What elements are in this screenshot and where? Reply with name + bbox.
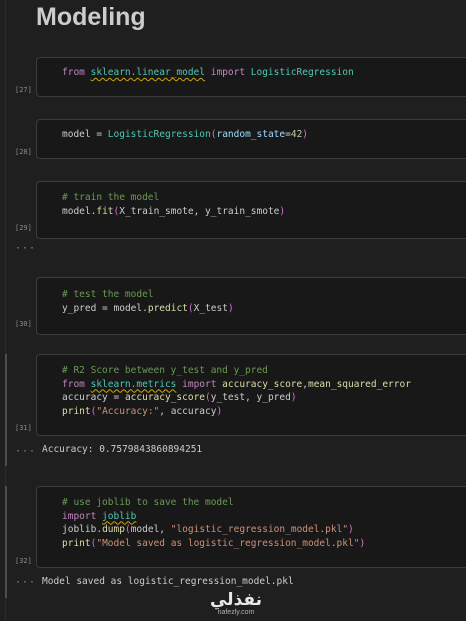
code-token: # R2 Score between y_test and y_pred <box>62 365 268 376</box>
code-token: ) <box>348 524 354 535</box>
code-token: "Model saved as logistic_regression_mode… <box>96 537 360 549</box>
code-token: ) <box>279 205 286 217</box>
code-token: # test the model <box>62 289 154 300</box>
code-token: ) <box>227 302 234 314</box>
code-token: sklearn.metrics <box>90 378 177 390</box>
code-cell[interactable]: from sklearn.linear_model import Logisti… <box>36 57 466 97</box>
code-line: # train the model <box>62 191 159 204</box>
code-line: joblib.dump(model, "logistic_regression_… <box>62 523 354 536</box>
cell-output: Accuracy: 0.7579843860894251 <box>42 444 203 455</box>
code-token: accuracy_score <box>222 378 303 390</box>
code-token: model <box>62 205 91 217</box>
code-token: random_state <box>216 129 286 140</box>
code-cell[interactable]: # train the model model.fit(X_train_smote… <box>36 181 466 239</box>
code-line: model = LogisticRegression(random_state=… <box>62 128 308 141</box>
code-token: sklearn.linear_model <box>90 67 205 78</box>
code-token: joblib <box>102 510 137 522</box>
code-cell[interactable]: # test the model y_pred = model.predict(X… <box>36 277 466 335</box>
execution-count: [27] <box>15 86 32 94</box>
code-token: X_train_smote, y_train_smote <box>119 205 280 217</box>
code-token: joblib <box>62 524 97 535</box>
code-token: y_test, y_pred <box>210 392 291 403</box>
output-toggle-icon[interactable]: ··· <box>15 577 36 588</box>
code-token: = <box>96 129 108 140</box>
code-line: print("Accuracy:", accuracy) <box>62 405 222 418</box>
code-line: accuracy = accuracy_score(y_test, y_pred… <box>62 391 297 404</box>
code-token: LogisticRegression <box>107 129 211 140</box>
output-toggle-icon[interactable]: ··· <box>15 446 36 457</box>
code-token: 42 <box>290 129 303 140</box>
code-line: # use joblib to save the model <box>62 496 234 509</box>
cell-focus-bar <box>5 486 7 598</box>
code-cell[interactable]: model = LogisticRegression(random_state=… <box>36 119 466 159</box>
code-token: "Accuracy:" <box>96 405 160 417</box>
execution-count: [31] <box>15 424 32 432</box>
cell-output: Model saved as logistic_regression_model… <box>42 576 294 587</box>
code-line: from sklearn.linear_model import Logisti… <box>62 66 354 79</box>
code-token: ) <box>302 129 309 140</box>
code-line: print("Model saved as logistic_regressio… <box>62 537 365 550</box>
code-line: from sklearn.metrics import accuracy_sco… <box>62 378 411 391</box>
code-token: mean_squared_error <box>307 378 411 390</box>
code-token: model <box>113 302 143 314</box>
code-token: = <box>102 302 114 314</box>
code-token: from <box>62 378 91 390</box>
code-token: ) <box>290 392 297 403</box>
code-token: from <box>62 67 91 78</box>
output-toggle-icon[interactable]: ··· <box>15 243 36 254</box>
code-cell[interactable]: # use joblib to save the model import job… <box>36 486 466 568</box>
cell-focus-bar <box>5 354 7 466</box>
code-token: model <box>62 129 97 140</box>
code-token: print <box>62 405 91 417</box>
code-token: print <box>62 537 91 549</box>
watermark-url: nafezly.com <box>217 609 255 616</box>
code-token: predict <box>147 302 188 314</box>
code-line: # R2 Score between y_test and y_pred <box>62 364 268 377</box>
execution-count: [29] <box>15 224 32 232</box>
code-token: import <box>205 67 251 78</box>
code-cell[interactable]: # R2 Score between y_test and y_predfrom… <box>36 354 466 436</box>
code-token: import <box>176 378 223 390</box>
code-token: # train the model <box>62 192 160 203</box>
section-heading: Modeling <box>36 3 146 31</box>
code-token: "logistic_regression_model.pkl" <box>170 524 349 535</box>
code-token: accuracy_score <box>124 392 206 403</box>
execution-count: [28] <box>15 148 32 156</box>
watermark-text: نفذلي <box>209 590 263 610</box>
execution-count: [30] <box>15 320 32 328</box>
code-token: model, <box>130 524 171 535</box>
code-token: y_pred <box>62 302 103 314</box>
code-token: # use joblib to save the model <box>62 497 234 508</box>
code-token: dump <box>102 524 125 535</box>
watermark-logo: نفذلي nafezly.com <box>206 592 266 617</box>
code-token: X_test <box>193 302 228 314</box>
code-line: # test the model <box>62 288 154 301</box>
code-token: ) <box>359 537 366 549</box>
code-token: ) <box>216 405 223 417</box>
code-line: import joblib <box>62 510 136 523</box>
code-token: fit <box>96 205 114 217</box>
code-line: y_pred = model.predict(X_test) <box>62 302 234 315</box>
code-token: = <box>113 392 125 403</box>
code-token: import <box>62 510 103 522</box>
code-line: model.fit(X_train_smote, y_train_smote) <box>62 205 285 218</box>
code-token: , accuracy <box>159 405 217 417</box>
execution-count: [32] <box>15 557 32 565</box>
code-token: accuracy <box>62 392 114 403</box>
code-token: LogisticRegression <box>250 67 354 78</box>
